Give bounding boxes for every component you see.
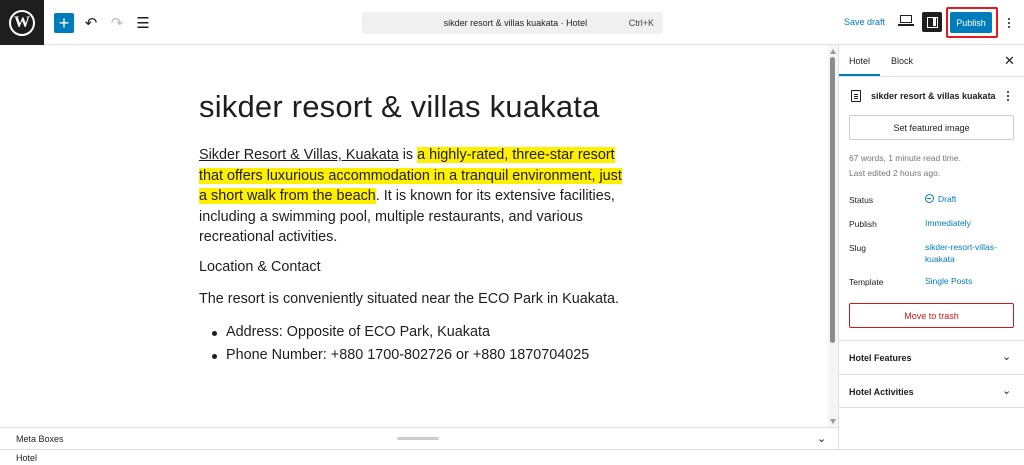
template-label: Template — [849, 277, 884, 287]
heading-block[interactable]: Location & Contact — [199, 259, 321, 275]
publish-date-button[interactable]: Immediately — [925, 217, 971, 229]
resort-link[interactable]: Sikder Resort & Villas, Kuakata — [199, 147, 399, 163]
breadcrumb[interactable]: Hotel — [16, 453, 37, 463]
paragraph-text: is — [398, 147, 418, 163]
wordpress-icon: W — [9, 9, 35, 36]
post-name: sikder resort & villas kuakata — [871, 91, 996, 101]
scroll-up-icon[interactable] — [830, 49, 836, 54]
panel-title: Hotel Features — [849, 353, 912, 363]
status-label: Status — [849, 195, 874, 205]
word-count: 67 words, 1 minute read time. — [849, 153, 961, 163]
slug-value-button[interactable]: sikder-resort-villas-kuakata — [925, 241, 997, 265]
shortcut-hint: Ctrl+K — [628, 18, 654, 28]
sidebar-panel-icon — [926, 16, 938, 28]
meta-boxes-label: Meta Boxes — [16, 434, 64, 444]
template-button[interactable]: Single Posts — [925, 275, 972, 287]
slug-label: Slug — [849, 243, 867, 253]
preview-desktop-icon[interactable] — [898, 15, 914, 27]
sidebar-tabs: Hotel Block ✕ — [839, 45, 1024, 77]
list-item-value: : +880 1700-802726 or +880 1870704025 — [322, 347, 590, 363]
save-draft-button[interactable]: Save draft — [844, 17, 885, 27]
chevron-down-icon[interactable]: ⌄ — [817, 432, 826, 445]
settings-sidebar: Hotel Block ✕ sikder resort & villas kua… — [838, 45, 1024, 449]
list-item-value: : Opposite of ECO Park, Kuakata — [278, 324, 490, 340]
scroll-down-icon[interactable] — [830, 419, 836, 424]
last-edited: Last edited 2 hours ago. — [849, 168, 941, 178]
slug-line: sikder-resort-villas- — [925, 242, 997, 252]
publish-button[interactable]: Publish — [950, 12, 992, 33]
redo-icon[interactable]: ↷ — [108, 14, 126, 32]
list-item: Address: Opposite of ECO Park, Kuakata — [211, 324, 589, 340]
paragraph-block[interactable]: Sikder Resort & Villas, Kuakata is a hig… — [199, 145, 629, 248]
list-item-label: Address — [226, 324, 279, 340]
add-block-button[interactable]: + — [54, 13, 74, 33]
publish-label: Publish — [849, 219, 877, 229]
more-options-icon[interactable] — [1006, 14, 1012, 32]
meta-boxes-bar[interactable]: Meta Boxes ⌄ — [0, 427, 838, 449]
divider — [0, 449, 1024, 450]
chevron-down-icon: ⌄ — [1002, 351, 1012, 363]
editor-canvas[interactable]: sikder resort & villas kuakata Sikder Re… — [0, 45, 828, 427]
tab-hotel[interactable]: Hotel — [849, 56, 870, 66]
status-value-button[interactable]: Draft — [925, 193, 956, 205]
more-options-icon[interactable] — [1007, 89, 1011, 103]
tab-block[interactable]: Block — [891, 56, 913, 66]
panel-hotel-activities[interactable]: Hotel Activities ⌄ — [839, 374, 1024, 408]
active-tab-indicator — [839, 74, 880, 76]
undo-icon[interactable]: ↶ — [82, 14, 100, 32]
document-icon — [851, 90, 861, 102]
paragraph-block[interactable]: The resort is conveniently situated near… — [199, 291, 619, 307]
chevron-down-icon: ⌄ — [1002, 385, 1012, 397]
command-palette-bar[interactable]: sikder resort & villas kuakata · Hotel C… — [362, 12, 663, 34]
bullet-list-block[interactable]: Address: Opposite of ECO Park, Kuakata P… — [211, 324, 590, 370]
post-title[interactable]: sikder resort & villas kuakata — [199, 89, 600, 125]
list-item: Phone Number: +880 1700-802726 or +880 1… — [211, 347, 590, 363]
move-to-trash-button[interactable]: Move to trash — [849, 303, 1014, 328]
draft-status-icon — [925, 194, 934, 203]
close-icon[interactable]: ✕ — [1004, 53, 1015, 69]
wordpress-logo-button[interactable]: W — [0, 0, 44, 45]
panel-title: Hotel Activities — [849, 387, 914, 397]
status-value: Draft — [938, 194, 957, 204]
list-view-icon[interactable]: ☰ — [134, 14, 152, 32]
resize-handle[interactable] — [397, 437, 439, 440]
slug-line: kuakata — [925, 254, 955, 264]
scrollbar-thumb[interactable] — [830, 57, 835, 343]
editor-header: W + ↶ ↷ ☰ sikder resort & villas kuakata… — [0, 0, 1024, 45]
panel-hotel-features[interactable]: Hotel Features ⌄ — [839, 340, 1024, 374]
set-featured-image-button[interactable]: Set featured image — [849, 115, 1014, 140]
list-item-label: Phone Number — [226, 347, 323, 363]
document-title: sikder resort & villas kuakata · Hotel — [443, 18, 588, 28]
settings-sidebar-toggle[interactable] — [922, 12, 942, 32]
editor-scrollbar[interactable] — [828, 45, 838, 427]
